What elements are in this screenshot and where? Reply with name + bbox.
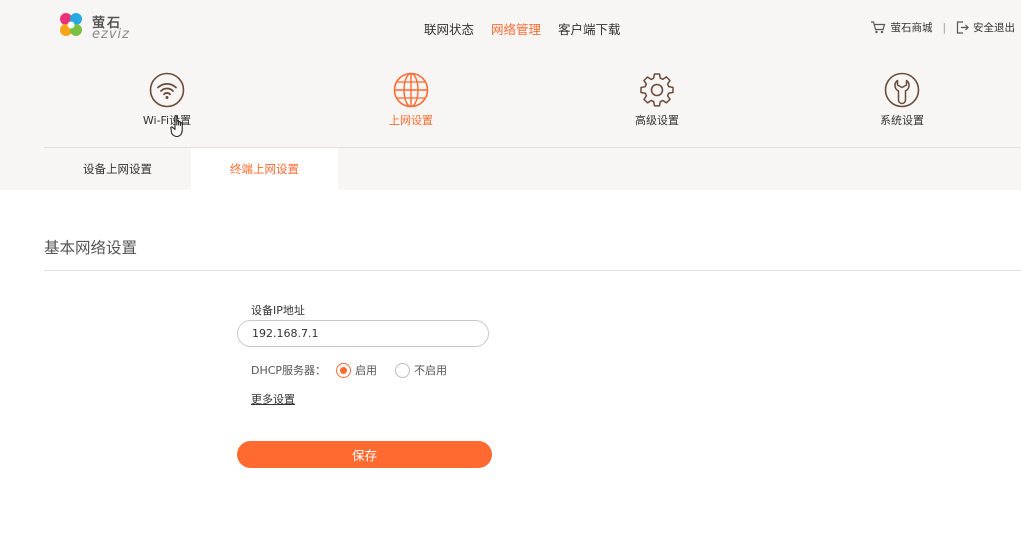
category-label: Wi-Fi设置 — [142, 114, 192, 127]
logout-label: 安全退出 — [973, 22, 1015, 34]
dhcp-enable-label: 启用 — [355, 364, 378, 377]
cart-icon — [871, 21, 886, 34]
category-advanced-settings[interactable]: 高级设置 — [607, 72, 707, 128]
dhcp-server-label: DHCP服务器： — [251, 364, 327, 377]
ip-address-input[interactable] — [237, 320, 489, 347]
radio-unchecked-icon — [395, 362, 411, 378]
settings-category-row: Wi-Fi设置 上网设置 高级设置 系统设置 — [0, 72, 1021, 132]
radio-checked-icon — [336, 362, 352, 378]
ip-address-label: 设备IP地址 — [251, 304, 305, 317]
logout-link[interactable]: 安全退出 — [956, 20, 1015, 35]
header-right: 萤石商城 | 安全退出 — [870, 20, 1015, 35]
globe-icon — [393, 72, 429, 108]
dhcp-disable-radio[interactable]: 不启用 — [395, 362, 447, 378]
header-separator: | — [942, 21, 946, 34]
section-divider — [44, 270, 1021, 271]
wrench-icon — [884, 72, 920, 108]
dhcp-enable-radio[interactable]: 启用 — [336, 362, 377, 378]
nav-client-download[interactable]: 客户端下载 — [558, 19, 621, 38]
dhcp-disable-label: 不启用 — [414, 364, 448, 377]
wifi-icon — [149, 72, 185, 108]
hand-pointer-icon — [170, 115, 183, 138]
save-button[interactable]: 保存 — [237, 441, 492, 468]
category-label: 高级设置 — [635, 114, 679, 127]
shop-link[interactable]: 萤石商城 — [870, 20, 932, 35]
brand-logo[interactable]: 萤石 ezviz — [56, 8, 146, 42]
sub-tabs: 设备上网设置 终端上网设置 — [44, 148, 338, 190]
dhcp-server-row: DHCP服务器： 启用 不启用 — [251, 362, 447, 378]
gear-icon — [640, 73, 674, 107]
category-label: 上网设置 — [389, 114, 433, 127]
brand-name-en: ezviz — [92, 27, 130, 42]
category-label: 系统设置 — [880, 114, 924, 127]
top-navigation: 联网状态 网络管理 客户端下载 — [424, 19, 621, 38]
shop-label: 萤石商城 — [890, 22, 933, 34]
category-system-settings[interactable]: 系统设置 — [852, 72, 952, 128]
logout-icon — [956, 21, 969, 34]
nav-network-management[interactable]: 网络管理 — [491, 19, 541, 38]
more-settings-link[interactable]: 更多设置 — [251, 391, 295, 407]
category-internet-settings[interactable]: 上网设置 — [361, 72, 461, 128]
tab-device-internet-settings[interactable]: 设备上网设置 — [44, 148, 191, 190]
nav-network-status[interactable]: 联网状态 — [424, 19, 474, 38]
category-wifi-settings[interactable]: Wi-Fi设置 — [117, 72, 217, 128]
logo-icon — [60, 13, 82, 36]
tab-terminal-internet-settings[interactable]: 终端上网设置 — [191, 148, 338, 190]
section-title: 基本网络设置 — [44, 239, 138, 257]
